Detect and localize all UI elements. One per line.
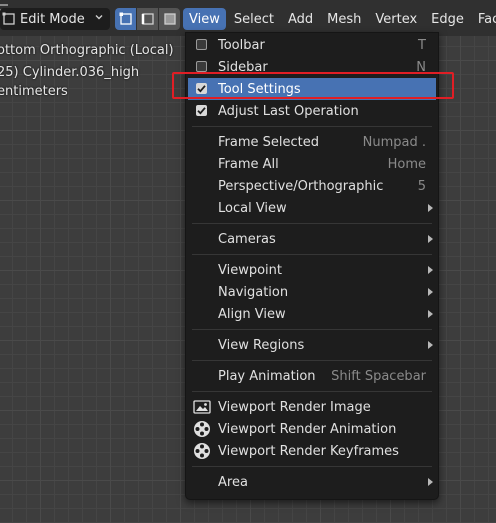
menu-add[interactable]: Add <box>282 8 319 30</box>
film-reel-icon <box>194 443 210 459</box>
submenu-arrow-icon <box>428 478 433 486</box>
mode-selector[interactable]: Edit Mode <box>0 8 110 30</box>
menu-item-shortcut: Home <box>387 156 426 172</box>
menu-separator <box>192 466 432 467</box>
menu-item-label: Viewport Render Keyframes <box>218 443 399 459</box>
chevron-down-icon <box>95 15 103 20</box>
film-reel-icon <box>194 421 210 437</box>
menu-select[interactable]: Select <box>228 8 280 30</box>
submenu-arrow-icon <box>428 235 433 243</box>
menu-item-label: Area <box>218 474 248 490</box>
menu-item-align-view[interactable]: Align View <box>186 303 438 325</box>
submenu-arrow-icon <box>428 341 433 349</box>
vertex-select-icon <box>119 12 132 25</box>
menu-item-local-view[interactable]: Local View <box>186 197 438 219</box>
menu-item-shortcut: Shift Spacebar <box>331 368 426 384</box>
menu-item-label: Cameras <box>218 231 276 247</box>
viewport-units: entimeters <box>0 84 68 99</box>
menu-edge[interactable]: Edge <box>425 8 470 30</box>
menu-item-frame-selected[interactable]: Frame Selected Numpad . <box>186 131 438 153</box>
header-menubar: View Select Add Mesh Vertex Edge Fac <box>183 8 496 30</box>
menu-item-adjust-last-operation[interactable]: Adjust Last Operation <box>186 100 438 122</box>
face-select-icon <box>163 13 176 25</box>
edit-mode-icon <box>2 12 15 25</box>
checkbox-unchecked-icon[interactable] <box>196 61 207 72</box>
menu-item-viewport-render-animation[interactable]: Viewport Render Animation <box>186 418 438 440</box>
submenu-arrow-icon <box>428 266 433 274</box>
edge-select-icon <box>141 13 154 25</box>
menu-separator <box>192 254 432 255</box>
menu-item-label: Frame All <box>218 156 279 172</box>
checkbox-checked-icon[interactable] <box>196 105 207 116</box>
mode-selector-label: Edit Mode <box>20 11 85 27</box>
submenu-arrow-icon <box>428 204 433 212</box>
menu-item-label: Adjust Last Operation <box>218 103 359 119</box>
viewport-header: Edit Mode View Select Add Mesh Vertex Ed… <box>0 0 496 36</box>
menu-item-label: Perspective/Orthographic <box>218 178 384 194</box>
submenu-arrow-icon <box>428 310 433 318</box>
menu-item-shortcut: Numpad . <box>362 134 426 150</box>
select-mode-group <box>115 8 180 30</box>
menu-item-toolbar[interactable]: Toolbar T <box>186 34 438 56</box>
menu-item-frame-all[interactable]: Frame All Home <box>186 153 438 175</box>
menu-separator <box>192 126 432 127</box>
menu-item-label: Frame Selected <box>218 134 319 150</box>
render-image-icon <box>193 400 211 414</box>
viewport-view-name: ottom Orthographic (Local) <box>0 43 174 58</box>
menu-item-label: Local View <box>218 200 287 216</box>
menu-item-label: Viewport Render Image <box>218 399 371 415</box>
menu-item-label: Viewport Render Animation <box>218 421 397 437</box>
menu-item-label: Toolbar <box>218 37 265 53</box>
viewport-object-name: 25) Cylinder.036_high <box>0 65 140 80</box>
checkbox-unchecked-icon[interactable] <box>196 39 207 50</box>
view-menu: Toolbar T Sidebar N Tool Settings Adjust… <box>185 32 439 500</box>
menu-item-shortcut: T <box>418 37 426 53</box>
menu-face[interactable]: Fac <box>472 8 496 30</box>
menu-item-label: Navigation <box>218 284 289 300</box>
menu-separator <box>192 391 432 392</box>
menu-item-label: Align View <box>218 306 286 322</box>
menu-separator <box>192 223 432 224</box>
menu-separator <box>192 329 432 330</box>
menu-vertex[interactable]: Vertex <box>369 8 423 30</box>
submenu-arrow-icon <box>428 288 433 296</box>
menu-item-label: Play Animation <box>218 368 316 384</box>
menu-item-shortcut: 5 <box>417 178 426 194</box>
menu-item-viewport-render-keyframes[interactable]: Viewport Render Keyframes <box>186 440 438 462</box>
menu-item-area[interactable]: Area <box>186 471 438 493</box>
menu-mesh[interactable]: Mesh <box>321 8 367 30</box>
menu-separator <box>192 360 432 361</box>
menu-item-viewport-render-image[interactable]: Viewport Render Image <box>186 396 438 418</box>
menu-item-cameras[interactable]: Cameras <box>186 228 438 250</box>
menu-item-label: View Regions <box>218 337 305 353</box>
vertex-select-button[interactable] <box>115 8 137 30</box>
highlight-annotation-box <box>172 72 454 99</box>
menu-view[interactable]: View <box>183 8 226 30</box>
menu-item-navigation[interactable]: Navigation <box>186 281 438 303</box>
menu-item-perspective-orthographic[interactable]: Perspective/Orthographic 5 <box>186 175 438 197</box>
menu-item-play-animation[interactable]: Play Animation Shift Spacebar <box>186 365 438 387</box>
face-select-button[interactable] <box>159 8 180 30</box>
menu-item-view-regions[interactable]: View Regions <box>186 334 438 356</box>
menu-item-viewpoint[interactable]: Viewpoint <box>186 259 438 281</box>
menu-item-label: Viewpoint <box>218 262 283 278</box>
edge-select-button[interactable] <box>137 8 159 30</box>
